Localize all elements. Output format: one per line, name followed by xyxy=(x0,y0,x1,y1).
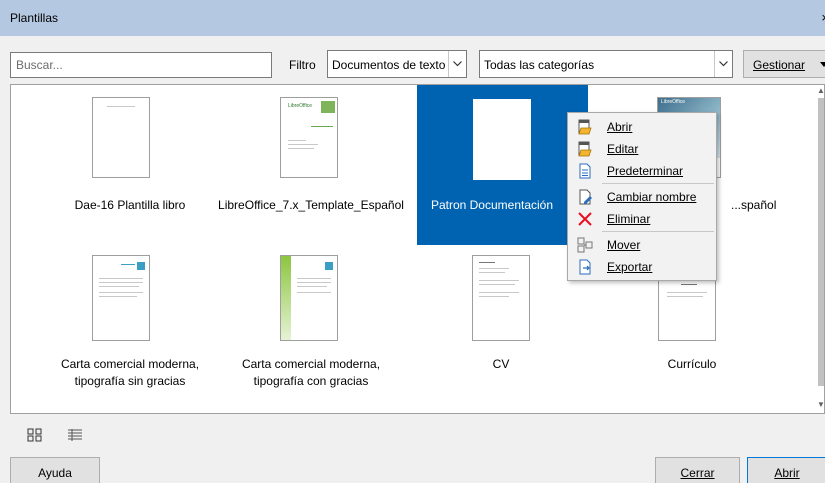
template-thumbnail: LibreOffice xyxy=(280,97,338,178)
search-input[interactable]: Buscar... xyxy=(10,52,272,78)
context-menu: Abrir Editar Predeterminar Cambiar nombr… xyxy=(567,112,717,281)
menu-item-rename[interactable]: Cambiar nombre xyxy=(568,186,716,208)
template-item[interactable]: Carta comercial moderna, tipografía con … xyxy=(216,251,406,411)
filter-select-value: Documentos de texto xyxy=(332,58,446,72)
libreoffice-logo: LibreOffice xyxy=(288,103,313,109)
menu-item-open[interactable]: Abrir xyxy=(568,116,716,138)
menu-item-label: Eliminar xyxy=(607,212,651,226)
help-button[interactable]: Ayuda xyxy=(10,457,100,483)
menu-item-move[interactable]: Mover xyxy=(568,234,716,256)
scroll-down-icon[interactable]: ▼ xyxy=(817,400,825,409)
close-button-label: Cerrar xyxy=(680,466,715,480)
category-select-value: Todas las categorías xyxy=(484,58,595,72)
edit-icon xyxy=(578,141,592,157)
menu-item-delete[interactable]: Eliminar xyxy=(568,208,716,230)
template-thumbnail xyxy=(280,255,338,341)
menu-item-label: Cambiar nombre xyxy=(607,190,697,204)
template-thumbnail xyxy=(92,97,150,178)
menu-item-edit[interactable]: Editar xyxy=(568,138,716,160)
manage-label: Gestionar xyxy=(753,58,806,72)
template-label: Carta comercial moderna, tipografía con … xyxy=(241,357,381,388)
vertical-scrollbar[interactable]: ▲ ▼ xyxy=(816,84,825,414)
manage-button[interactable]: Gestionar xyxy=(743,50,825,78)
template-label: Currículo xyxy=(667,357,717,371)
move-icon xyxy=(577,237,593,253)
template-thumbnail xyxy=(473,99,531,180)
template-item[interactable]: LibreOffice LibreOffice_7.x_Template_Esp… xyxy=(216,91,406,251)
filter-label: Filtro xyxy=(289,58,316,72)
chevron-down-icon[interactable] xyxy=(714,51,732,77)
template-item[interactable]: Dae-16 Plantilla libro xyxy=(35,91,225,251)
rename-icon xyxy=(579,189,592,205)
open-button-label: Abrir xyxy=(774,466,800,480)
menu-item-label: Predeterminar xyxy=(607,164,684,178)
close-icon[interactable]: × xyxy=(821,10,825,25)
menu-separator xyxy=(602,183,714,184)
thumbnail-image xyxy=(321,101,335,113)
open-icon xyxy=(578,119,592,135)
filter-select[interactable]: Documentos de texto xyxy=(327,50,467,78)
template-label: Dae-16 Plantilla libro xyxy=(74,198,186,212)
open-button[interactable]: Abrir xyxy=(747,457,825,483)
menu-item-label: Abrir xyxy=(607,120,633,134)
scrollbar-thumb[interactable] xyxy=(818,98,824,386)
menu-item-export[interactable]: Exportar xyxy=(568,256,716,278)
close-button[interactable]: Cerrar xyxy=(655,457,740,483)
libreoffice-logo: LibreOffice xyxy=(661,99,686,105)
help-button-label: Ayuda xyxy=(38,466,72,480)
caret-down-icon xyxy=(820,62,825,67)
window-title: Plantillas xyxy=(10,11,59,25)
default-icon xyxy=(579,163,591,179)
list-view-icon[interactable] xyxy=(67,428,83,442)
delete-icon xyxy=(578,212,592,226)
thumbnail-view-icon[interactable] xyxy=(27,428,43,442)
template-thumbnail xyxy=(472,255,530,341)
export-icon xyxy=(579,259,591,275)
chevron-down-icon[interactable] xyxy=(448,51,466,77)
template-label: CV xyxy=(492,357,510,371)
scroll-up-icon[interactable]: ▲ xyxy=(817,86,825,95)
menu-separator xyxy=(602,231,714,232)
menu-item-label: Editar xyxy=(607,142,639,156)
template-item[interactable]: Carta comercial moderna, tipografía sin … xyxy=(35,251,225,411)
menu-item-set-default[interactable]: Predeterminar xyxy=(568,160,716,182)
title-bar: Plantillas × xyxy=(0,0,825,36)
template-item-selected[interactable]: Patron Documentación xyxy=(417,85,588,245)
template-label: Patron Documentación xyxy=(430,198,554,212)
template-thumbnail xyxy=(92,255,150,341)
menu-item-label: Mover xyxy=(607,238,641,252)
template-label: LibreOffice_7.x_Template_Español xyxy=(218,198,404,212)
category-select[interactable]: Todas las categorías xyxy=(479,50,733,78)
template-label: Carta comercial moderna, tipografía sin … xyxy=(60,357,200,388)
menu-item-label: Exportar xyxy=(607,260,653,274)
